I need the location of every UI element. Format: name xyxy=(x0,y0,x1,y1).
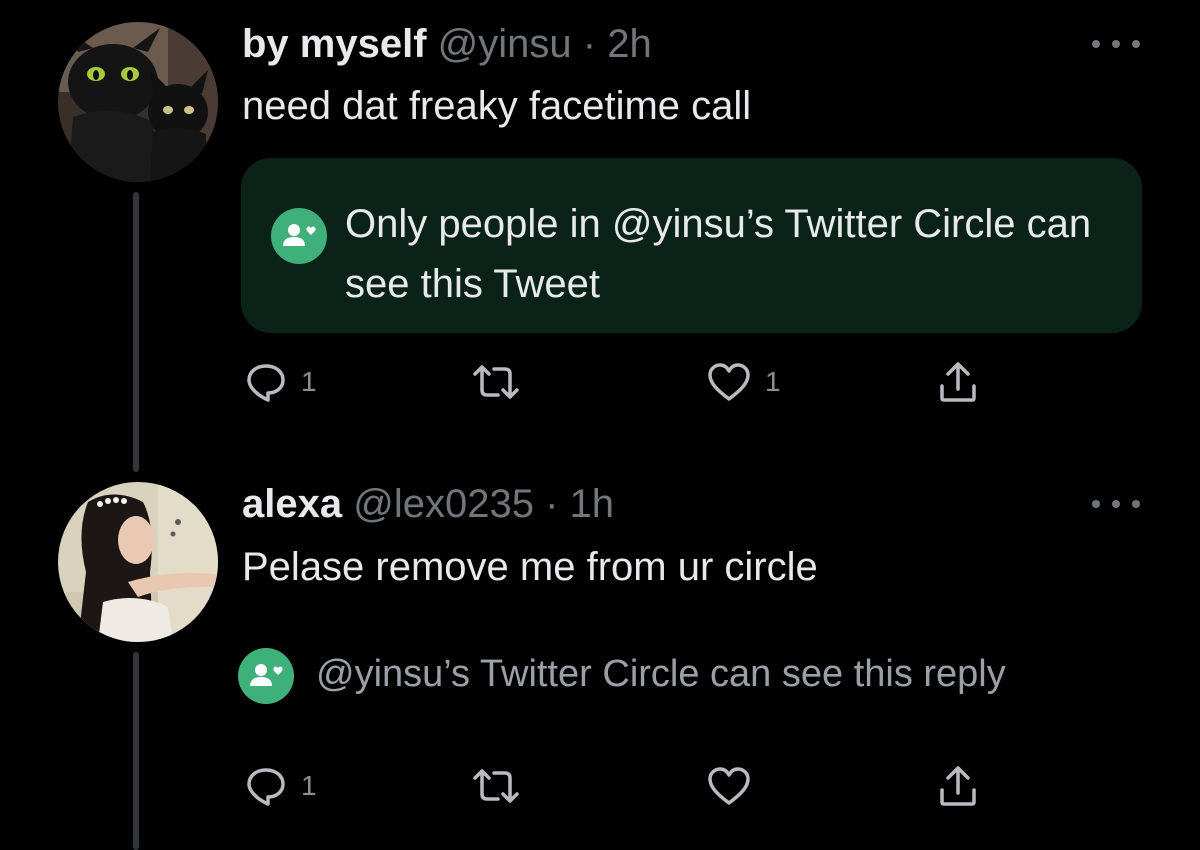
reply-count: 1 xyxy=(301,366,317,397)
more-dot-icon xyxy=(1132,500,1140,508)
girl-portrait-avatar-icon xyxy=(58,482,218,642)
like-count: 1 xyxy=(765,366,781,397)
more-dot-icon xyxy=(1092,500,1100,508)
avatar[interactable] xyxy=(58,482,218,642)
display-name[interactable]: by myself xyxy=(242,22,427,66)
user-handle[interactable]: @lex0235 xyxy=(353,482,534,526)
reply-icon xyxy=(247,768,285,806)
dragon-and-cat-avatar-icon xyxy=(58,22,218,182)
more-options-button[interactable] xyxy=(1092,492,1140,516)
reply-icon xyxy=(247,364,285,402)
reply-button[interactable]: 1 xyxy=(243,358,317,406)
twitter-circle-icon xyxy=(238,648,294,704)
heart-icon xyxy=(708,363,750,401)
more-options-button[interactable] xyxy=(1092,32,1140,56)
reply-count: 1 xyxy=(301,770,317,801)
retweet-icon xyxy=(473,769,519,803)
timestamp[interactable]: 1h xyxy=(570,482,615,526)
more-dot-icon xyxy=(1092,40,1100,48)
tweet-header: by myself @yinsu · 2h xyxy=(242,20,652,68)
reply-circle-notice-text: @yinsu’s Twitter Circle can see this rep… xyxy=(316,653,1006,695)
share-button[interactable] xyxy=(935,358,981,406)
display-name[interactable]: alexa xyxy=(242,482,342,526)
share-icon xyxy=(940,766,976,806)
more-dot-icon xyxy=(1112,500,1120,508)
circle-notice-text: Only people in @yinsu’s Twitter Circle c… xyxy=(345,202,1092,306)
tweet-header: alexa @lex0235 · 1h xyxy=(242,480,614,528)
retweet-button[interactable] xyxy=(470,358,534,406)
avatar[interactable] xyxy=(58,22,218,182)
retweet-icon xyxy=(473,365,519,399)
separator-dot: · xyxy=(545,482,559,526)
share-button[interactable] xyxy=(935,762,981,810)
user-handle[interactable]: @yinsu xyxy=(438,22,572,66)
more-dot-icon xyxy=(1112,40,1120,48)
retweet-button[interactable] xyxy=(470,762,534,810)
heart-icon xyxy=(708,767,750,805)
tweet-text: Pelase remove me from ur circle xyxy=(242,545,818,589)
separator-dot: · xyxy=(582,22,597,66)
reply-button[interactable]: 1 xyxy=(243,762,317,810)
timestamp[interactable]: 2h xyxy=(607,22,652,66)
share-icon xyxy=(940,362,976,402)
like-button[interactable] xyxy=(705,762,765,810)
twitter-circle-icon xyxy=(271,208,327,264)
thread-connector-line xyxy=(133,192,139,472)
twitter-circle-notice: Only people in @yinsu’s Twitter Circle c… xyxy=(241,158,1142,333)
tweet-text: need dat freaky facetime call xyxy=(242,84,752,128)
more-dot-icon xyxy=(1132,40,1140,48)
thread-connector-line-lower xyxy=(133,652,139,850)
like-button[interactable]: 1 xyxy=(705,358,781,406)
